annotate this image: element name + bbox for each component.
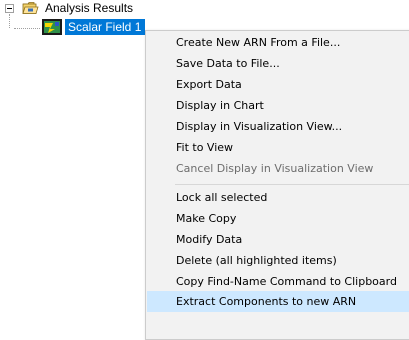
menu-separator: [175, 184, 409, 185]
menu-item-export-data[interactable]: Export Data: [147, 74, 409, 95]
folder-icon: [22, 2, 39, 14]
menu-item-copy-find-name[interactable]: Copy Find-Name Command to Clipboard: [147, 271, 409, 292]
menu-item-create-new-arn[interactable]: Create New ARN From a File...: [147, 32, 409, 53]
collapse-icon[interactable]: [5, 4, 14, 13]
tree-connector-horizontal: [14, 28, 40, 29]
menu-item-cancel-display: Cancel Display in Visualization View: [176, 162, 374, 175]
menu-item-fit-to-view[interactable]: Fit to View: [147, 137, 409, 158]
menu-item-modify-data[interactable]: Modify Data: [147, 229, 409, 250]
tree-node-scalar-field[interactable]: Scalar Field 1: [65, 19, 146, 35]
menu-item-extract-components[interactable]: Extract Components to new ARN: [147, 291, 409, 312]
menu-item-display-visualization[interactable]: Display in Visualization View...: [147, 116, 409, 137]
menu-item-save-data[interactable]: Save Data to File...: [147, 53, 409, 74]
menu-item-make-copy[interactable]: Make Copy: [147, 208, 409, 229]
menu-item-lock-all[interactable]: Lock all selected: [147, 187, 409, 208]
context-menu: Create New ARN From a File... Save Data …: [145, 30, 409, 340]
menu-item-delete[interactable]: Delete (all highlighted items): [147, 250, 409, 271]
scalar-field-icon: [42, 19, 62, 35]
tree-connector-vertical: [9, 14, 10, 28]
tree-node-analysis-results[interactable]: Analysis Results: [45, 1, 133, 16]
menu-item-display-chart[interactable]: Display in Chart: [147, 95, 409, 116]
